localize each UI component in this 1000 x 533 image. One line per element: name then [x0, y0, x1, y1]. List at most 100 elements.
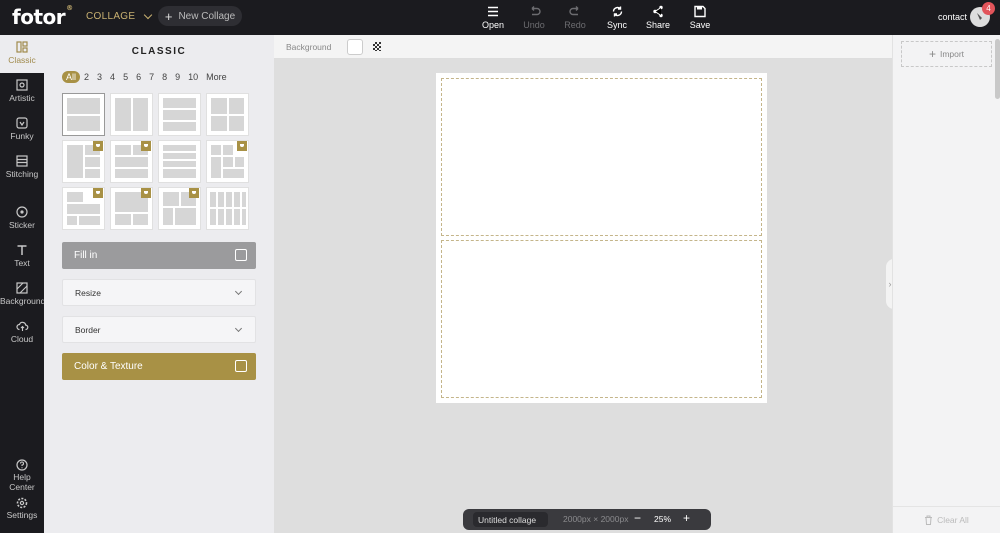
import-label: Import [939, 49, 965, 59]
help-center-label: Help Center [9, 472, 35, 492]
artistic-icon [16, 79, 28, 91]
save-button[interactable]: Save [680, 5, 720, 30]
redo-label: Redo [564, 20, 586, 30]
top-bar: fotor® COLLAGE + New Collage Open Undo R… [0, 0, 1000, 35]
open-label: Open [481, 20, 505, 30]
clear-all-button[interactable]: Clear All [893, 506, 1000, 533]
layout-thumbnail[interactable] [110, 187, 153, 230]
filter-10[interactable]: 10 [184, 72, 202, 82]
sidebar-item-label: Funky [10, 131, 34, 141]
sidebar-item-label: Stitching [5, 169, 39, 179]
zoom-out-button[interactable]: − [634, 511, 641, 525]
avatar[interactable]: 4 [970, 2, 995, 27]
collage-cell-top[interactable] [441, 78, 762, 236]
transparent-background-icon[interactable] [373, 42, 381, 51]
border-accordion[interactable]: Border [62, 316, 256, 343]
collage-cell-bottom[interactable] [441, 240, 762, 398]
count-filters: All 2 3 4 5 6 7 8 9 10 More [62, 71, 231, 83]
settings-button[interactable]: Settings [0, 497, 44, 520]
canvas-toolbar: Background [274, 35, 892, 59]
sidebar-item-funky[interactable]: Funky [0, 111, 44, 149]
filter-9[interactable]: 9 [171, 72, 184, 82]
new-collage-button[interactable]: + New Collage [158, 6, 242, 26]
collage-page [436, 73, 767, 403]
collage-title: Untitled collage [478, 514, 537, 525]
sidebar-item-label: Artistic [9, 93, 35, 103]
help-center-button[interactable]: Help Center [0, 459, 44, 492]
sidebar-item-label: Background [0, 296, 46, 306]
sidebar-item-cloud[interactable]: Cloud [0, 314, 44, 352]
fotor-logo[interactable]: fotor® [12, 4, 73, 29]
filter-6[interactable]: 6 [132, 72, 145, 82]
redo-button[interactable]: Redo [555, 5, 595, 30]
sync-label: Sync [606, 20, 627, 30]
layout-thumbnail[interactable] [62, 140, 105, 183]
zoom-in-button[interactable]: + [683, 511, 690, 525]
chevron-down-icon [234, 287, 243, 296]
cloud-icon [15, 321, 28, 331]
chevron-down-icon [234, 324, 243, 333]
color-texture-label: Color & Texture [74, 361, 143, 372]
sidebar-item-text[interactable]: Text [0, 238, 44, 276]
color-texture-button[interactable]: Color & Texture [62, 353, 256, 380]
layout-thumbnail[interactable] [110, 140, 153, 183]
sidebar-item-artistic[interactable]: Artistic [0, 73, 44, 111]
import-button[interactable]: + Import [901, 41, 992, 67]
premium-badge-icon [237, 141, 247, 151]
sidebar-item-stitching[interactable]: Stitching [0, 149, 44, 187]
filter-7[interactable]: 7 [145, 72, 158, 82]
background-color-swatch[interactable] [347, 39, 363, 55]
filter-more[interactable]: More [202, 72, 231, 82]
collage-title-field[interactable]: Untitled collage [473, 512, 548, 527]
layout-thumbnail[interactable] [206, 140, 249, 183]
workspace: › Untitled collage 2000px × 2000px − 25%… [274, 59, 894, 533]
sidebar-item-label: Text [14, 258, 30, 268]
sidebar-item-background[interactable]: Background [0, 276, 46, 314]
layout-grid [62, 93, 254, 230]
filter-4[interactable]: 4 [106, 72, 119, 82]
premium-badge-icon [93, 188, 103, 198]
plus-icon: + [164, 8, 173, 24]
layout-thumbnail[interactable] [110, 93, 153, 136]
notification-badge[interactable]: 4 [982, 2, 995, 15]
layout-thumbnail[interactable] [62, 93, 105, 136]
open-button[interactable]: Open [473, 5, 513, 30]
premium-badge-icon [93, 141, 103, 151]
layout-thumbnail[interactable] [206, 93, 249, 136]
resize-accordion[interactable]: Resize [62, 279, 256, 306]
share-label: Share [645, 20, 671, 30]
funky-icon [16, 117, 28, 129]
layout-thumbnail[interactable] [158, 140, 201, 183]
undo-button[interactable]: Undo [514, 5, 554, 30]
sidebar-item-label: Classic [8, 55, 36, 65]
sidebar-item-classic[interactable]: Classic [0, 35, 44, 73]
sync-icon [612, 6, 622, 17]
new-collage-label: New Collage [178, 10, 236, 22]
canvas-dimensions: 2000px × 2000px [563, 514, 629, 524]
redo-icon [568, 6, 578, 16]
user-name[interactable]: contact [938, 12, 967, 22]
filter-all[interactable]: All [62, 71, 81, 83]
filter-8[interactable]: 8 [158, 72, 171, 82]
menu-icon [488, 6, 498, 17]
premium-badge-icon [189, 188, 199, 198]
sidebar-item-label: Sticker [9, 220, 35, 230]
right-panel: + Import Clear All [892, 35, 1000, 533]
texture-icon [235, 360, 247, 372]
layout-thumbnail[interactable] [206, 187, 249, 230]
sidebar-item-label: Cloud [10, 334, 34, 344]
filter-5[interactable]: 5 [119, 72, 132, 82]
layout-thumbnail[interactable] [158, 93, 201, 136]
sidebar-item-sticker[interactable]: Sticker [0, 200, 44, 238]
filter-2[interactable]: 2 [80, 72, 93, 82]
filter-3[interactable]: 3 [93, 72, 106, 82]
settings-label: Settings [6, 510, 38, 520]
layout-thumbnail[interactable] [62, 187, 105, 230]
mode-dropdown[interactable]: COLLAGE [86, 10, 153, 22]
classic-panel: CLASSIC All 2 3 4 5 6 7 8 9 10 More Fill… [44, 35, 274, 533]
fill-in-button[interactable]: Fill in [62, 242, 256, 269]
layout-thumbnail[interactable] [158, 187, 201, 230]
share-button[interactable]: Share [638, 5, 678, 30]
sync-button[interactable]: Sync [597, 5, 637, 30]
scrollbar[interactable] [995, 39, 1000, 99]
